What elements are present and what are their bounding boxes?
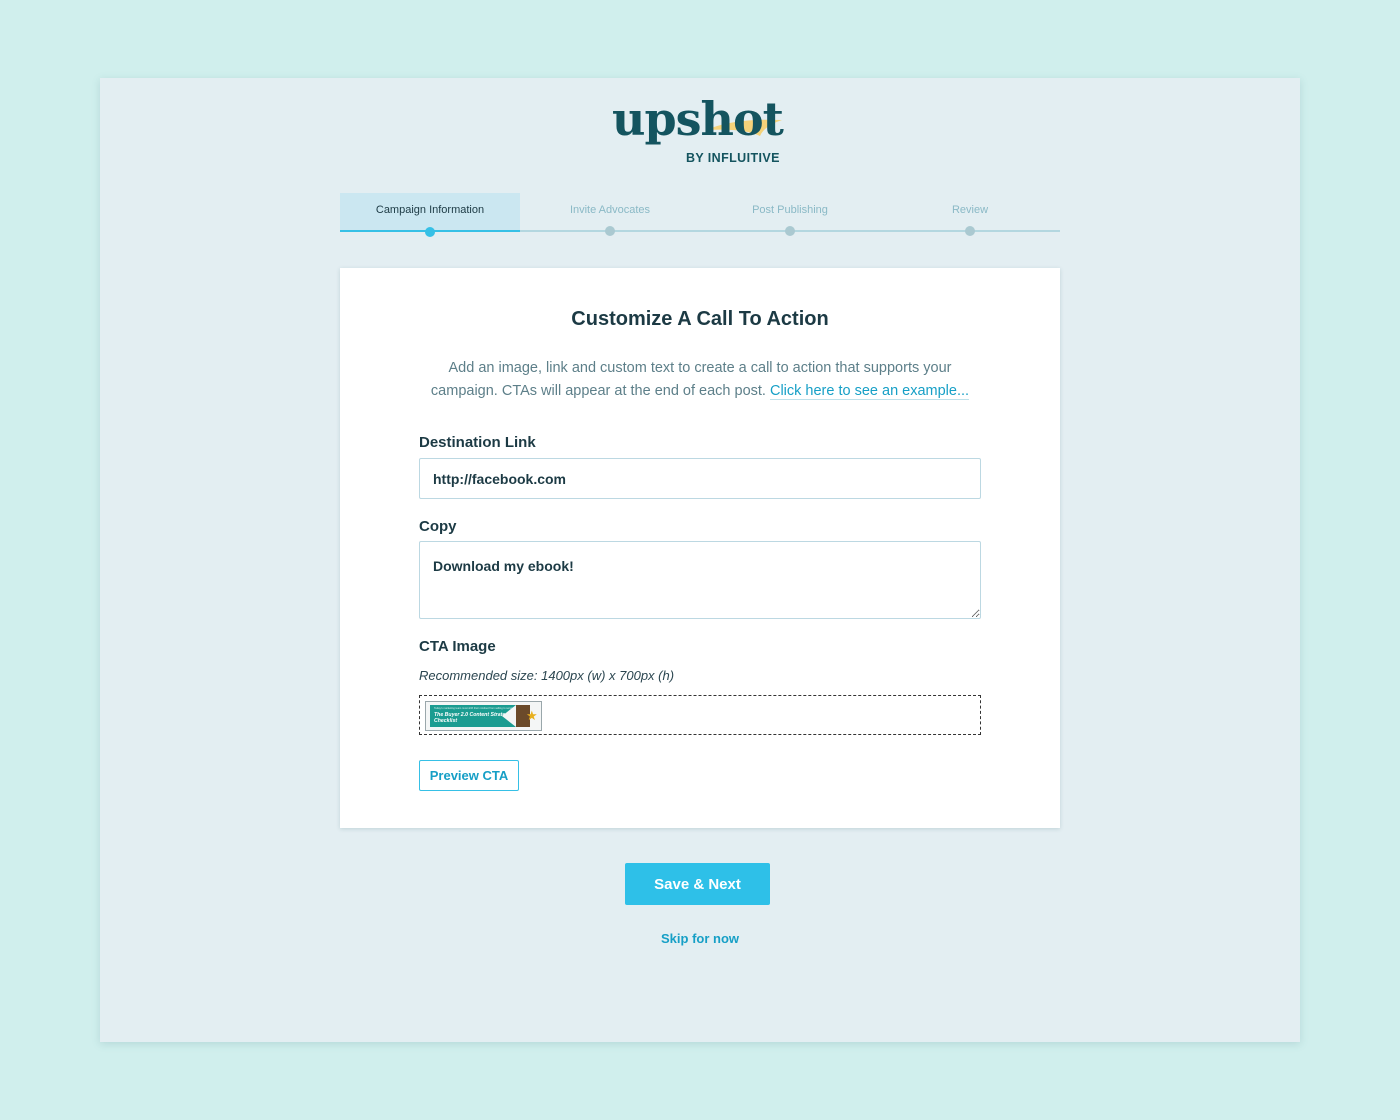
recommended-size-hint: Recommended size: 1400px (w) x 700px (h): [419, 668, 675, 683]
logo-byline: BY INFLUITIVE: [686, 151, 780, 165]
thumbnail-arrow: [502, 705, 516, 727]
progress-stepper: Campaign Information Invite Advocates Po…: [340, 193, 1060, 237]
step-invite-advocates[interactable]: Invite Advocates: [520, 193, 700, 236]
cta-form-card: Customize A Call To Action Add an image,…: [340, 268, 1060, 828]
step-dot-icon: [965, 226, 975, 236]
step-label: Review: [951, 204, 989, 216]
step-label: Post Publishing: [752, 204, 828, 216]
skip-link[interactable]: Skip for now: [661, 931, 739, 946]
cta-image-dropzone[interactable]: Today's marketing team must shift their …: [419, 695, 981, 735]
copy-label: Copy: [419, 518, 457, 535]
copy-textarea[interactable]: Download my ebook!: [419, 541, 981, 619]
card-title: Customize A Call To Action: [571, 308, 829, 330]
cta-image-thumbnail[interactable]: Today's marketing team must shift their …: [425, 701, 542, 731]
step-campaign-information[interactable]: Campaign Information: [340, 193, 520, 237]
destination-link-label: Destination Link: [419, 434, 536, 451]
skip-for-now-link: Skip for now: [100, 931, 1300, 946]
step-post-publishing[interactable]: Post Publishing: [700, 193, 880, 236]
step-dot-icon: [785, 226, 795, 236]
star-icon: ★: [526, 708, 538, 723]
save-next-button[interactable]: Save & Next: [625, 863, 770, 905]
step-label: Invite Advocates: [569, 204, 651, 216]
destination-link-input[interactable]: [419, 458, 981, 499]
step-label: Campaign Information: [375, 204, 485, 216]
cta-image-label: CTA Image: [419, 638, 496, 655]
card-description: Add an image, link and custom text to cr…: [430, 357, 970, 403]
example-link[interactable]: Click here to see an example...: [769, 383, 970, 400]
step-review[interactable]: Review: [880, 193, 1060, 236]
logo-wordmark: upshot: [612, 92, 784, 146]
upshot-logo: upshot BY INFLUITIVE: [612, 92, 792, 170]
preview-cta-button[interactable]: Preview CTA: [419, 760, 519, 791]
step-dot-icon: [425, 227, 435, 237]
step-dot-icon: [605, 226, 615, 236]
app-window: upshot BY INFLUITIVE Campaign Informatio…: [100, 78, 1300, 1042]
